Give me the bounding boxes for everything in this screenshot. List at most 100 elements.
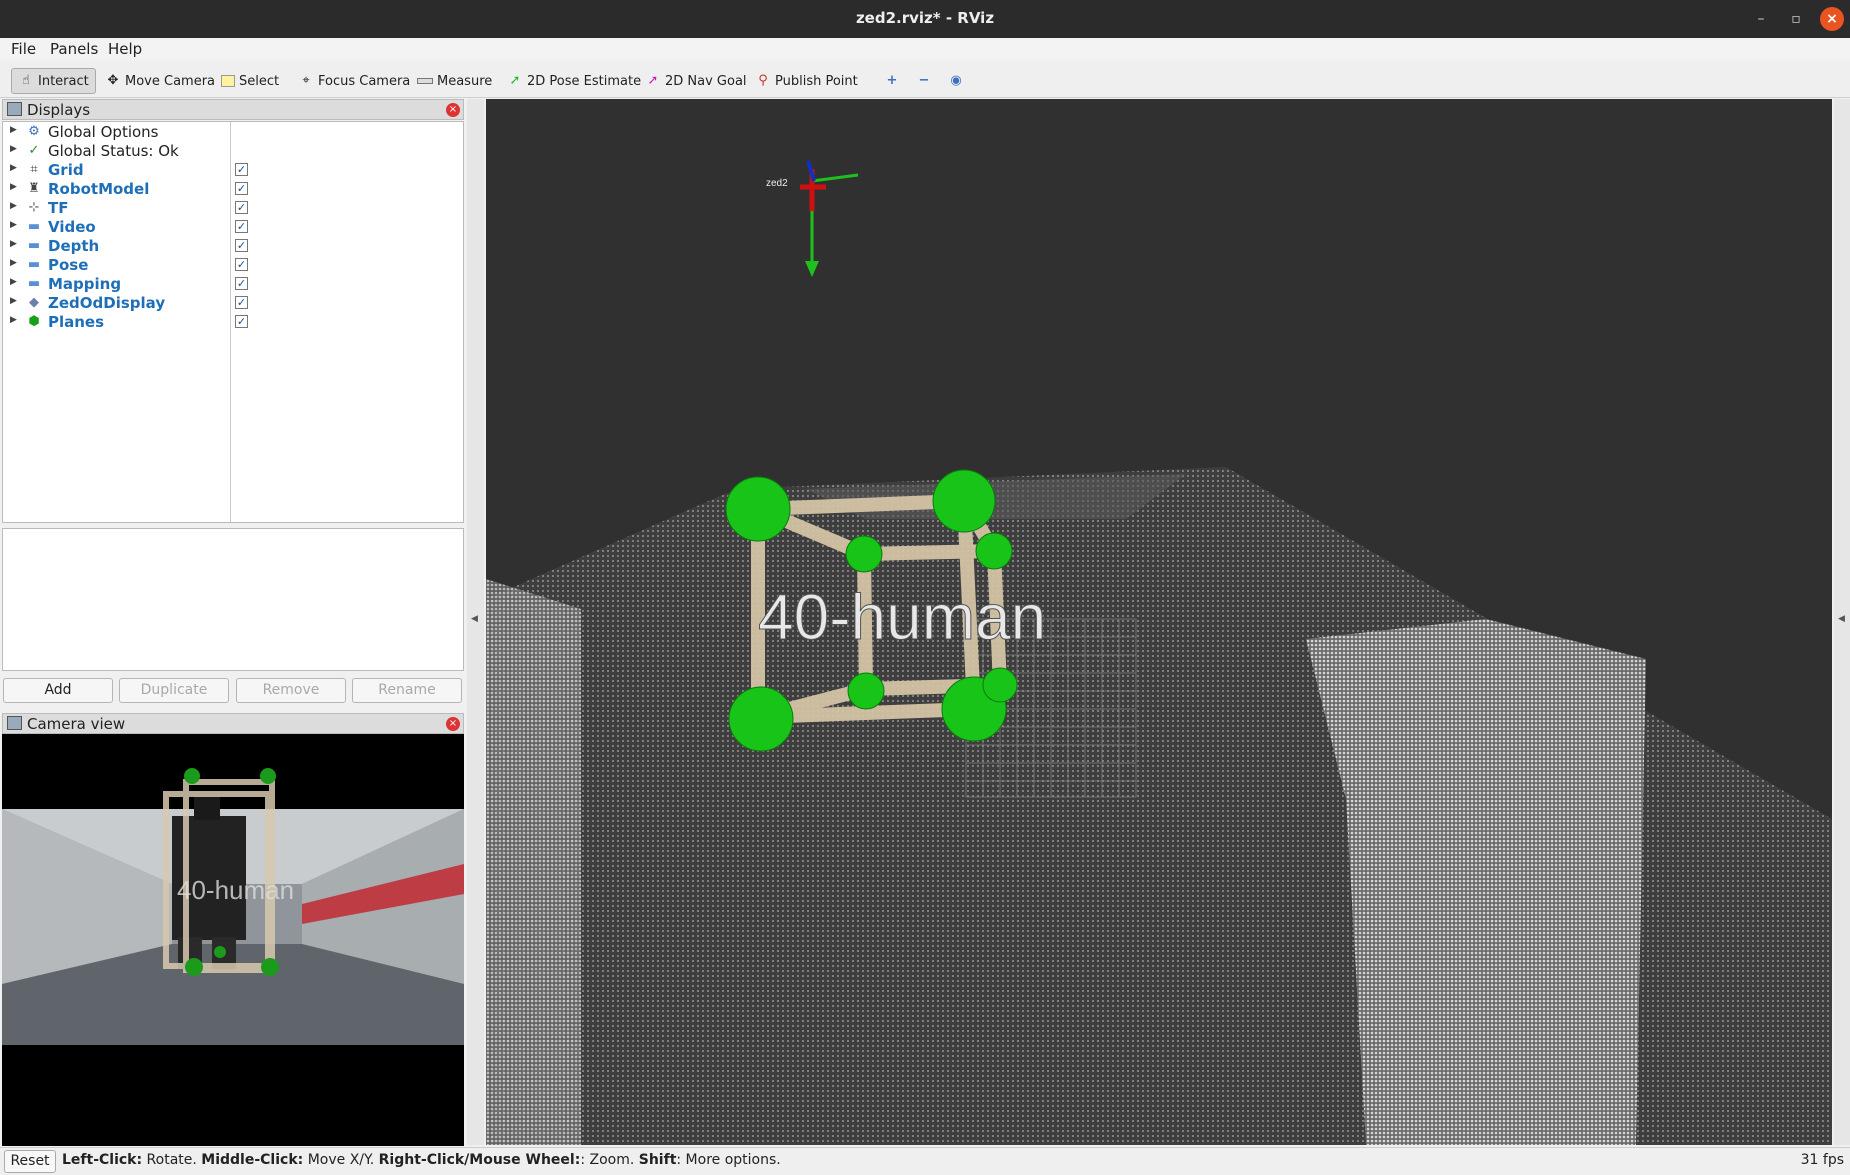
tool-move-camera-label: Move Camera [125,73,216,89]
crosshair-icon: ⌖ [302,73,310,88]
magenta-arrow-icon: ➚ [647,73,659,88]
folder-icon: ▬ [27,276,41,291]
expand-arrow-icon[interactable]: ▶ [10,144,17,154]
display-enable-checkbox[interactable]: ✓ [235,163,248,176]
camera-panel-header: Camera view × [2,713,464,734]
right-dock-toggle[interactable]: ◀ [1834,99,1850,1145]
hint-right-click: Right-Click/Mouse Wheel: [378,1152,581,1168]
display-item-label: Video [48,218,96,236]
expand-arrow-icon[interactable]: ▶ [10,258,17,268]
tool-interact[interactable]: ☝ Interact [11,68,96,94]
displays-panel-header: Displays × [2,99,464,120]
remove-button[interactable]: Remove [236,678,346,703]
hint-left-click: Left-Click: [62,1152,143,1168]
tool-interact-label: Interact [38,73,89,89]
expand-arrow-icon[interactable]: ▶ [10,182,17,192]
display-enable-checkbox[interactable]: ✓ [235,315,248,328]
display-enable-checkbox[interactable]: ✓ [235,220,248,233]
display-enable-checkbox[interactable]: ✓ [235,258,248,271]
tool-select[interactable]: Select [215,68,285,94]
tool-2d-pose-estimate[interactable]: ➚ 2D Pose Estimate [501,68,647,94]
tool-focus-camera[interactable]: ⌖ Focus Camera [292,68,416,94]
grid-icon: ⌗ [30,162,38,177]
cube-icon: ⬢ [28,314,40,329]
displays-panel-title: Displays [27,101,91,119]
3d-viewport[interactable]: 40-human zed2 [486,99,1832,1145]
display-enable-checkbox[interactable]: ✓ [235,182,248,195]
expand-arrow-icon[interactable]: ▶ [10,239,17,249]
display-item-label: ZedOdDisplay [48,294,166,312]
hint-middle-click: Middle-Click: [201,1152,304,1168]
left-dock-toggle[interactable]: ◀ [467,99,484,1145]
camera-panel-title: Camera view [27,715,126,733]
expand-arrow-icon[interactable]: ▶ [10,296,17,306]
display-enable-checkbox[interactable]: ✓ [235,277,248,290]
display-item-label: Planes [48,313,105,331]
expand-arrow-icon[interactable]: ▶ [10,277,17,287]
display-item[interactable]: ▶ ▬ Pose ✓ [3,256,463,275]
tool-publish-point[interactable]: ⚲ Publish Point [749,68,864,94]
add-button[interactable]: Add [3,678,113,703]
menu-help[interactable]: Help [108,40,142,58]
duplicate-button[interactable]: Duplicate [119,678,229,703]
robot-icon: ♜ [28,181,40,196]
close-window-button[interactable]: × [1820,7,1844,31]
expand-arrow-icon[interactable]: ▶ [10,315,17,325]
status-hint: Left-Click: Rotate. Middle-Click: Move X… [62,1152,781,1168]
display-item-label: Pose [48,256,89,274]
display-item-label: TF [48,199,69,217]
check-icon: ✓ [28,143,40,158]
display-item-label: Global Options [48,123,159,141]
map-pin-icon: ⚲ [758,73,768,88]
select-box-icon [221,75,235,87]
folder-icon: ▬ [27,219,41,234]
display-item[interactable]: ▶ ⬢ Planes ✓ [3,313,463,332]
expand-arrow-icon[interactable]: ▶ [10,201,17,211]
displays-tree: ▶ ⚙ Global Options ▶ ✓ Global Status: Ok ▶ ⌗ Gri… [2,121,464,523]
menu-panels[interactable]: Panels [50,40,98,58]
display-enable-checkbox[interactable]: ✓ [235,239,248,252]
hint-right-click-text: : Zoom. [580,1152,639,1168]
display-item[interactable]: ▶ ⊹ TF ✓ [3,199,463,218]
display-item[interactable]: ▶ ♜ RobotModel ✓ [3,180,463,199]
tool-measure[interactable]: Measure [411,68,498,94]
display-item[interactable]: ▶ ▬ Depth ✓ [3,237,463,256]
close-panel-icon[interactable]: × [446,103,460,117]
hint-shift-text: : More options. [676,1152,781,1168]
display-item[interactable]: ▶ ▬ Mapping ✓ [3,275,463,294]
display-item-label: Mapping [48,275,122,293]
folder-icon: ▬ [27,238,41,253]
diamond-icon: ◆ [29,295,39,310]
camera-view[interactable]: 40-human [2,734,464,1146]
remove-tool-button[interactable]: − [910,68,938,94]
display-item[interactable]: ▶ ✓ Global Status: Ok [3,142,463,161]
view-tool-button[interactable]: ◉ [942,68,970,94]
display-item[interactable]: ▶ ⚙ Global Options [3,123,463,142]
window-title: zed2.rviz* - RViz [855,9,995,27]
rename-button[interactable]: Rename [352,678,462,703]
display-item[interactable]: ▶ ▬ Video ✓ [3,218,463,237]
toolbar: ☝ Interact ✥ Move Camera Select ⌖ Focus … [0,62,1850,98]
plus-icon: + [886,73,898,88]
close-panel-icon[interactable]: × [446,717,460,731]
display-enable-checkbox[interactable]: ✓ [235,296,248,309]
tool-2d-nav-goal[interactable]: ➚ 2D Nav Goal [639,68,753,94]
display-item[interactable]: ▶ ◆ ZedOdDisplay ✓ [3,294,463,313]
minimize-button[interactable]: – [1749,7,1773,31]
tool-move-camera[interactable]: ✥ Move Camera [99,68,221,94]
object-label: 40-human [758,581,1046,653]
expand-arrow-icon[interactable]: ▶ [10,163,17,173]
display-item-label: RobotModel [48,180,150,198]
menu-file[interactable]: File [11,40,36,58]
display-enable-checkbox[interactable]: ✓ [235,201,248,214]
display-item[interactable]: ▶ ⌗ Grid ✓ [3,161,463,180]
hint-middle-click-text: Move X/Y. [303,1152,379,1168]
add-tool-button[interactable]: + [878,68,906,94]
maximize-button[interactable]: ▫ [1784,7,1808,31]
camera-overlay-label: 40-human [177,875,294,905]
expand-arrow-icon[interactable]: ▶ [10,220,17,230]
reset-button[interactable]: Reset [4,1150,56,1173]
expand-arrow-icon[interactable]: ▶ [10,125,17,135]
gear-icon: ⚙ [28,124,40,139]
tool-nav-goal-label: 2D Nav Goal [665,73,747,89]
